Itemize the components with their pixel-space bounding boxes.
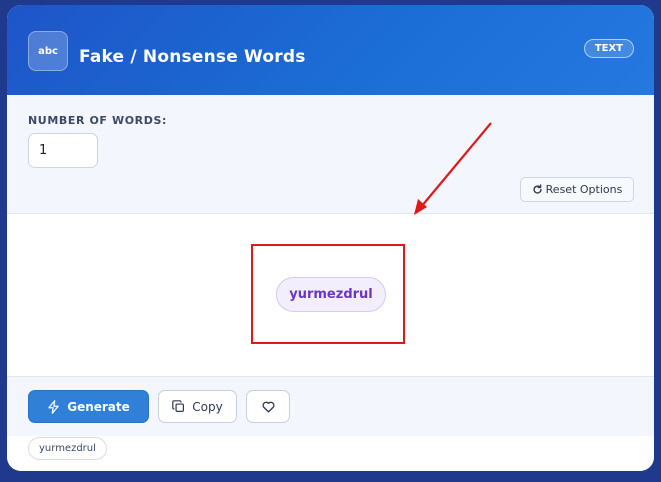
action-bar: Generate Copy [7,376,654,437]
generate-button[interactable]: Generate [28,390,149,423]
generator-card: abc Fake / Nonsense Words TEXT NUMBER OF… [7,5,654,471]
options-panel: NUMBER OF WORDS: Reset Options [7,95,654,214]
copy-button[interactable]: Copy [158,390,237,423]
abc-logo-icon: abc [28,31,68,71]
category-badge: TEXT [583,39,634,58]
history-bar: yurmezdrul [7,436,654,471]
history-chip[interactable]: yurmezdrul [28,437,107,460]
page-title: Fake / Nonsense Words [79,47,306,67]
heart-icon [262,401,274,413]
result-area: yurmezdrul [7,214,654,376]
reset-options-button[interactable]: Reset Options [520,177,634,202]
generate-label: Generate [67,399,130,414]
logo-text: abc [38,45,58,57]
lightning-icon [48,399,60,414]
number-of-words-input[interactable] [28,133,98,168]
card-header: abc Fake / Nonsense Words TEXT [7,5,654,95]
reset-options-label: Reset Options [545,183,623,196]
number-of-words-label: NUMBER OF WORDS: [28,114,167,127]
favorite-button[interactable] [246,390,290,423]
annotation-highlight-box [251,244,405,344]
copy-icon [172,400,185,412]
copy-label: Copy [192,399,223,414]
refresh-icon [533,184,542,194]
